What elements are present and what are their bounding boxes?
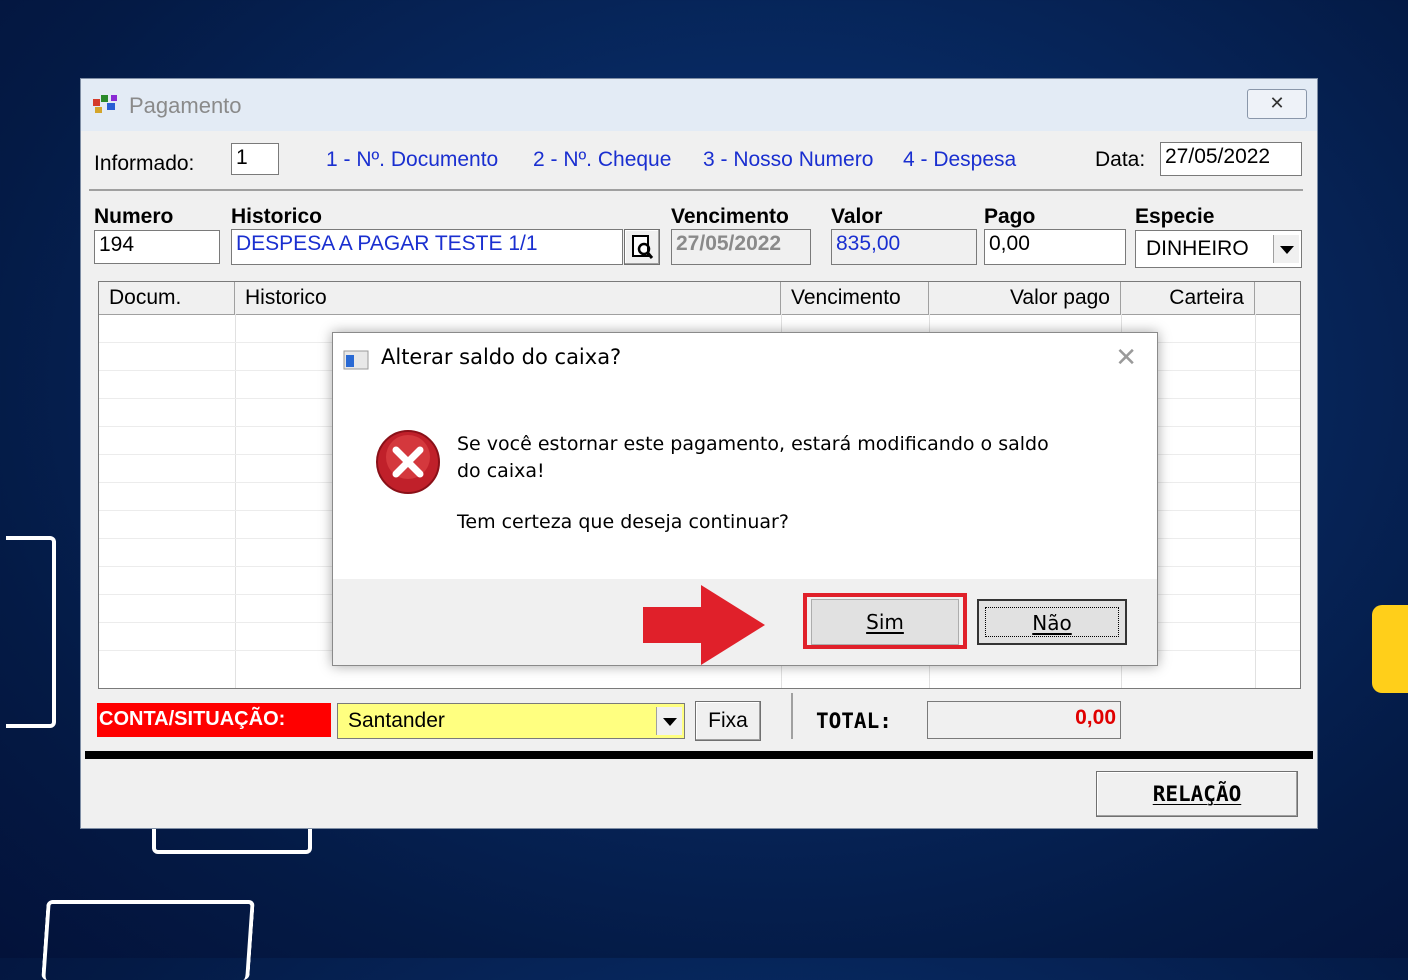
historico-input[interactable]: DESPESA A PAGAR TESTE 1/1 xyxy=(231,229,623,265)
no-button[interactable]: Não xyxy=(977,599,1127,645)
pago-input[interactable]: 0,00 xyxy=(984,229,1126,265)
total-value: 0,00 xyxy=(927,701,1121,739)
dialog-title: Alterar saldo do caixa? xyxy=(381,345,622,369)
background-frame-corner xyxy=(41,900,255,980)
valor-input: 835,00 xyxy=(831,229,977,265)
yes-label: Sim xyxy=(866,610,904,634)
informado-input[interactable]: 1 xyxy=(231,143,279,175)
historico-label: Historico xyxy=(231,205,323,228)
window-icon xyxy=(343,350,369,370)
column-valor-pago[interactable]: Valor pago xyxy=(929,282,1121,314)
especie-select[interactable]: DINHEIRO xyxy=(1135,230,1302,268)
especie-label: Especie xyxy=(1135,205,1215,228)
search-document-icon xyxy=(632,235,654,259)
option-nosso-numero: 3 - Nosso Numero xyxy=(703,148,874,171)
data-label: Data: xyxy=(1095,148,1146,171)
option-cheque: 2 - Nº. Cheque xyxy=(533,148,672,171)
arrow-right-icon xyxy=(643,585,765,665)
vencimento-input: 27/05/2022 xyxy=(671,229,811,265)
column-vencimento[interactable]: Vencimento xyxy=(781,282,929,314)
dialog-close-button[interactable]: ✕ xyxy=(1115,343,1137,373)
dialog-question: Tem certeza que deseja continuar? xyxy=(457,511,789,533)
conta-situacao-label: CONTA/SITUAÇÃO: xyxy=(97,703,331,737)
especie-value: DINHEIRO xyxy=(1146,237,1249,260)
background-frame-left xyxy=(6,536,56,728)
informado-label: Informado: xyxy=(94,152,195,175)
chevron-down-icon[interactable] xyxy=(1273,235,1299,263)
close-button[interactable]: ✕ xyxy=(1247,89,1307,119)
app-icon xyxy=(93,95,117,113)
relacao-button[interactable]: RELAÇÃO xyxy=(1096,771,1298,817)
background-yellow-shape xyxy=(1372,605,1408,693)
column-historico[interactable]: Historico xyxy=(235,282,781,314)
valor-label: Valor xyxy=(831,205,883,228)
conta-select[interactable]: Santander xyxy=(337,703,685,739)
total-label: TOTAL: xyxy=(816,709,892,733)
window-title: Pagamento xyxy=(129,93,242,118)
option-documento: 1 - Nº. Documento xyxy=(326,148,499,171)
search-button[interactable] xyxy=(624,229,660,265)
divider xyxy=(791,693,793,739)
conta-value: Santander xyxy=(348,709,445,732)
yes-button[interactable]: Sim xyxy=(811,599,959,645)
close-icon: ✕ xyxy=(1115,343,1137,373)
data-input[interactable]: 27/05/2022 xyxy=(1160,142,1302,176)
separator-bar xyxy=(85,751,1313,759)
numero-input[interactable]: 194 xyxy=(94,230,220,264)
confirm-dialog: Alterar saldo do caixa? ✕ Se você estorn… xyxy=(332,332,1158,666)
close-icon: ✕ xyxy=(1269,93,1285,113)
numero-label: Numero xyxy=(94,205,174,228)
no-label: Não xyxy=(1032,611,1072,635)
chevron-down-icon[interactable] xyxy=(656,707,682,735)
title-bar: Pagamento ✕ xyxy=(81,79,1317,131)
pago-label: Pago xyxy=(984,205,1036,228)
grid-header: Docum. Historico Vencimento Valor pago C… xyxy=(99,282,1300,315)
dialog-message-line2: do caixa! xyxy=(457,460,545,482)
vencimento-label: Vencimento xyxy=(671,205,789,228)
relacao-label: RELAÇÃO xyxy=(1152,782,1242,806)
option-despesa: 4 - Despesa xyxy=(903,148,1017,171)
fixa-button[interactable]: Fixa xyxy=(695,701,761,741)
error-icon xyxy=(376,430,440,494)
column-docum[interactable]: Docum. xyxy=(99,282,235,314)
column-carteira[interactable]: Carteira xyxy=(1121,282,1255,314)
divider xyxy=(89,189,1303,191)
dialog-message-line1: Se você estornar este pagamento, estará … xyxy=(457,433,1049,455)
